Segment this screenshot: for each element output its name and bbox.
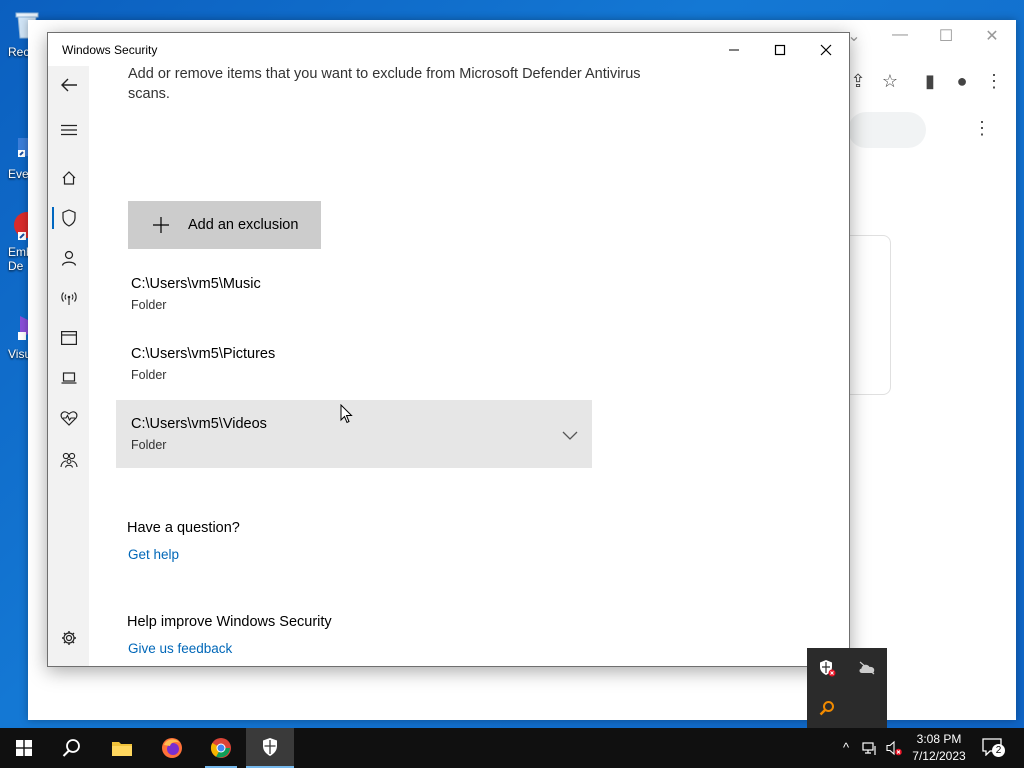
taskbar-chrome[interactable] [197,728,245,768]
taskbar-firefox[interactable] [148,728,196,768]
browser-search-box[interactable] [848,112,926,148]
notification-center-button[interactable]: 2 [982,738,1005,758]
gear-icon [61,631,76,645]
plus-icon [153,217,169,233]
back-button[interactable] [48,69,89,101]
nav-app-browser-control[interactable] [48,322,89,354]
close-button[interactable] [803,33,849,66]
heart-pulse-icon [60,411,77,426]
clock-time: 3:08 PM [916,732,962,746]
home-icon [62,171,75,185]
taskbar-clock[interactable]: 3:08 PM 7/12/2023 [904,731,974,765]
browser-menu-icon[interactable]: ⋮ [982,69,1006,93]
laptop-icon [61,372,76,384]
window-titlebar[interactable]: Windows Security [48,33,849,66]
taskbar-search-button[interactable] [48,728,96,768]
exclusion-item[interactable]: C:\Users\vm5\Pictures Folder [116,336,592,404]
exclusion-item[interactable]: C:\Users\vm5\Videos Folder [116,400,592,468]
nav-firewall[interactable] [48,282,89,314]
navigation-sidebar [48,66,89,666]
taskbar-windows-security[interactable] [246,728,294,768]
volume-muted-icon[interactable] [886,740,902,756]
browser-maximize-icon[interactable]: ☐ [926,26,966,50]
exclusion-type: Folder [131,368,167,382]
onedrive-off-icon[interactable] [858,661,876,675]
chrome-icon [210,738,231,758]
person-icon [61,250,76,266]
improve-heading: Help improve Windows Security [127,614,332,630]
browser-window-icon [60,331,77,345]
menu-button[interactable] [48,114,89,146]
maximize-button[interactable] [757,33,803,66]
minimize-button[interactable] [711,33,757,66]
minimize-icon [729,49,739,50]
chevron-up-icon[interactable]: ^ [838,740,854,756]
chevron-down-icon[interactable] [562,429,578,441]
nav-home[interactable] [48,162,89,194]
start-button[interactable] [0,728,48,768]
tray-overflow-popup [807,648,887,728]
search-icon [62,739,80,757]
close-icon [820,44,832,55]
file-explorer-icon [112,742,132,756]
exclusion-path: C:\Users\vm5\Pictures [131,346,276,362]
browser-content-card [850,235,891,395]
help-heading: Have a question? [127,520,240,536]
browser-close-icon[interactable]: ✕ [972,26,1012,50]
exclusions-content: Add or remove items that you want to exc… [89,66,849,666]
search-magnifier-icon[interactable] [819,700,835,716]
start-icon [16,740,32,756]
get-help-link[interactable]: Get help [128,547,179,562]
shield-icon [61,209,76,227]
nav-account-protection[interactable] [48,242,89,274]
bookmark-star-icon[interactable]: ☆ [878,69,902,93]
back-arrow-icon [60,78,77,92]
exclusion-item[interactable]: C:\Users\vm5\Music Folder [116,266,592,334]
hamburger-menu-icon [60,124,77,136]
nav-family-options[interactable] [48,444,89,476]
nav-virus-protection[interactable] [48,202,89,234]
nav-settings[interactable] [48,622,89,654]
clock-date: 7/12/2023 [912,749,966,763]
maximize-icon [774,44,786,55]
taskbar: ^ 3:08 PM 7/12/2023 2 [0,728,1024,768]
intro-text: Add or remove items that you want to exc… [128,66,641,102]
browser-minimize-icon[interactable]: — [880,26,920,50]
nav-device-performance[interactable] [48,402,89,434]
nav-device-security[interactable] [48,362,89,394]
side-panel-icon[interactable]: ▮ [918,69,942,93]
taskbar-file-explorer[interactable] [98,728,146,768]
firefox-icon [162,738,182,758]
exclusion-type: Folder [131,298,167,312]
exclusion-type: Folder [131,438,167,452]
exclusion-path: C:\Users\vm5\Videos [131,416,267,432]
windows-security-warning-icon[interactable] [818,659,836,677]
exclusion-path: C:\Users\vm5\Music [131,276,261,292]
windows-security-window[interactable]: Windows Security Add or remove items tha… [47,32,850,667]
active-indicator [52,207,54,229]
network-antenna-icon [60,292,77,305]
notification-count-badge: 2 [992,744,1005,757]
page-menu-icon[interactable]: ⋮ [970,116,994,140]
give-feedback-link[interactable]: Give us feedback [128,641,232,656]
profile-avatar-icon[interactable]: ● [950,69,974,93]
add-exclusion-label: Add an exclusion [188,217,299,233]
window-title: Windows Security [62,43,158,57]
windows-security-icon [263,738,277,756]
network-icon[interactable] [862,740,878,756]
mouse-cursor-icon [340,404,353,424]
add-exclusion-button[interactable]: Add an exclusion [128,201,321,249]
family-icon [59,452,78,468]
